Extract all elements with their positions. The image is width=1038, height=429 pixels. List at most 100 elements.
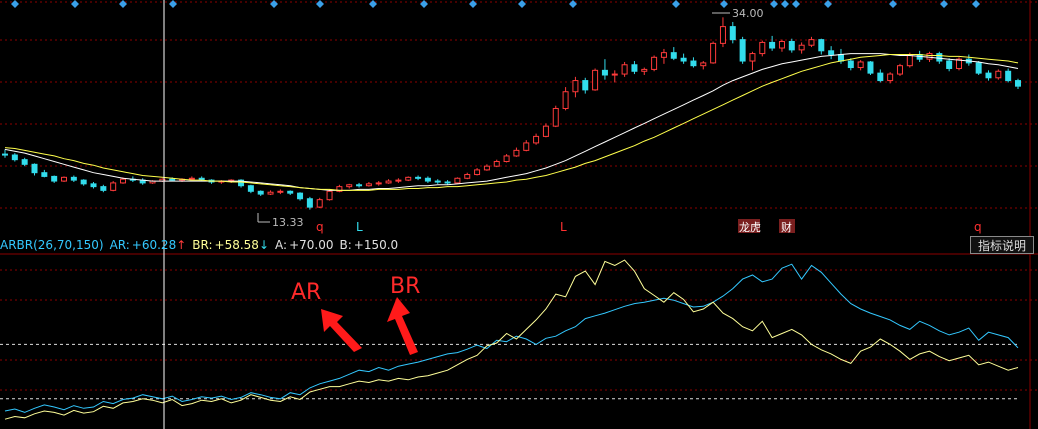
- candle-body-up: [660, 52, 667, 58]
- candle-body-down: [936, 53, 943, 62]
- candle: [572, 76, 579, 98]
- br-arrow-icon: ↓: [258, 238, 270, 252]
- candle: [365, 181, 372, 187]
- candle: [759, 40, 766, 57]
- candle: [877, 69, 884, 83]
- candle-body-up: [808, 39, 815, 46]
- candle-body-down: [444, 181, 451, 184]
- candle-body-up: [188, 177, 195, 180]
- event-diamond-icon[interactable]: [518, 0, 526, 8]
- candle-body-up: [611, 73, 618, 76]
- candle-body-up: [120, 178, 127, 184]
- event-diamond-icon[interactable]: [369, 0, 377, 8]
- candle: [267, 190, 274, 196]
- candle-body-down: [877, 72, 884, 82]
- br-label: BR:: [192, 238, 213, 252]
- candle-body-up: [759, 41, 766, 55]
- candle-body-up: [483, 165, 490, 171]
- candle-body-down: [818, 39, 825, 52]
- candle-body-up: [592, 69, 599, 91]
- candle: [257, 190, 264, 196]
- candle: [247, 184, 254, 194]
- candle-body-up: [562, 91, 569, 109]
- candle: [660, 48, 667, 64]
- indicator-help-button[interactable]: 指标说明: [970, 236, 1034, 254]
- candle: [798, 42, 805, 54]
- candle-body-up: [316, 199, 323, 208]
- candle-body-down: [975, 62, 982, 74]
- candle-body-down: [100, 186, 107, 191]
- candle: [1005, 68, 1012, 83]
- event-diamond-icon[interactable]: [420, 0, 428, 8]
- candle: [483, 164, 490, 171]
- candle: [641, 67, 648, 75]
- event-diamond-icon[interactable]: [720, 0, 728, 8]
- candle-body-up: [621, 64, 628, 75]
- candle-body-up: [542, 125, 549, 137]
- event-diamond-icon[interactable]: [119, 0, 127, 8]
- candle-body-up: [493, 161, 500, 167]
- event-diamond-icon[interactable]: [569, 0, 577, 8]
- candle-body-down: [169, 178, 176, 181]
- event-diamond-icon[interactable]: [71, 0, 79, 8]
- event-diamond-icon[interactable]: [792, 0, 800, 8]
- ar-label: AR:: [109, 238, 130, 252]
- candle-body-up: [61, 176, 68, 182]
- candle-body-down: [739, 39, 746, 62]
- marker-l-1[interactable]: L: [356, 220, 363, 234]
- candle-body-down: [257, 190, 264, 195]
- marker-q-2[interactable]: q: [974, 220, 982, 234]
- candle-body-down: [769, 41, 776, 49]
- candle-body-up: [700, 62, 707, 67]
- candle-body-down: [297, 192, 304, 200]
- candle-body-up: [503, 155, 510, 163]
- candle-body-down: [680, 57, 687, 62]
- candle: [896, 63, 903, 76]
- candle: [828, 46, 835, 60]
- candle: [700, 61, 707, 70]
- candle: [955, 57, 962, 71]
- candle: [464, 172, 471, 180]
- event-diamond-icon[interactable]: [824, 0, 832, 8]
- event-diamond-icon[interactable]: [469, 0, 477, 8]
- tag-cai[interactable]: 财: [781, 220, 792, 234]
- candle: [405, 176, 412, 182]
- tag-longhu[interactable]: 龙虎: [739, 221, 761, 234]
- candle: [719, 17, 726, 48]
- candle: [326, 189, 333, 201]
- candle-body-down: [847, 60, 854, 69]
- candle: [454, 177, 461, 184]
- candle-body-down: [31, 163, 38, 174]
- event-diamond-icon[interactable]: [972, 0, 980, 8]
- candle: [493, 159, 500, 168]
- candle: [651, 55, 658, 72]
- marker-q-1[interactable]: q: [316, 220, 324, 234]
- candle: [523, 140, 530, 152]
- event-diamond-icon[interactable]: [889, 0, 897, 8]
- br-value: +58.58: [214, 238, 259, 252]
- event-diamond-icon[interactable]: [940, 0, 948, 8]
- candle-body-down: [670, 52, 677, 59]
- candle: [552, 105, 559, 128]
- event-diamond-icon[interactable]: [770, 0, 778, 8]
- candle: [474, 168, 481, 176]
- candle-body-up: [651, 56, 658, 70]
- candle: [415, 175, 422, 181]
- event-diamond-icon[interactable]: [672, 0, 680, 8]
- candle: [680, 53, 687, 64]
- marker-l-2[interactable]: L: [560, 220, 567, 234]
- event-diamond-icon[interactable]: [270, 0, 278, 8]
- candle: [346, 183, 353, 189]
- event-diamond-icon[interactable]: [781, 0, 789, 8]
- event-diamond-icon[interactable]: [11, 0, 19, 8]
- candle-body-up: [277, 190, 284, 193]
- candle-body-down: [424, 177, 431, 182]
- candle: [788, 38, 795, 53]
- candle: [444, 180, 451, 185]
- event-diamond-icon[interactable]: [169, 0, 177, 8]
- ma-fast-line: [4, 53, 1019, 191]
- candle-body-down: [867, 61, 874, 74]
- candle-body-up: [778, 40, 785, 49]
- event-diamond-icon[interactable]: [316, 0, 324, 8]
- low-price-text: 13.33: [272, 216, 304, 229]
